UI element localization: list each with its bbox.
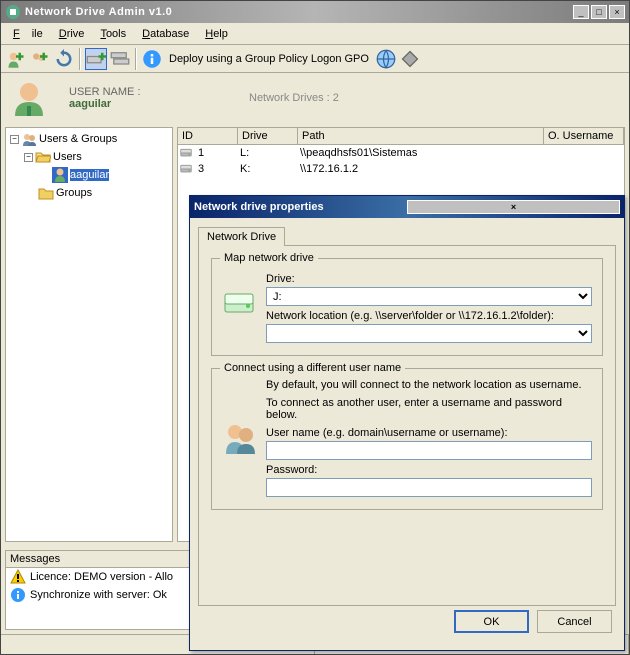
drive-label: Drive: (266, 273, 592, 285)
drives-button[interactable] (109, 48, 131, 70)
deploy-wizard-button[interactable] (399, 48, 421, 70)
tree-root[interactable]: − Users & Groups (8, 130, 170, 148)
maximize-button[interactable]: □ (591, 5, 607, 19)
username-value: aaguilar (69, 98, 249, 110)
add-drive-button[interactable] (85, 48, 107, 70)
cell-drive: K: (236, 162, 296, 176)
cell-id: 3 (194, 162, 236, 176)
toolbar-separator (79, 48, 81, 70)
map-drive-legend: Map network drive (220, 252, 318, 264)
location-select[interactable] (266, 324, 592, 343)
folder-open-icon (35, 149, 51, 165)
connect-as-legend: Connect using a different user name (220, 362, 405, 374)
connect-help-1: By default, you will connect to the netw… (266, 379, 592, 391)
tree-root-label: Users & Groups (39, 133, 117, 145)
username-label: User name (e.g. domain\username or usern… (266, 427, 592, 439)
col-ouser[interactable]: O. Username (544, 128, 624, 144)
menu-help[interactable]: Help (199, 26, 234, 42)
toolbar: Deploy using a Group Policy Logon GPO (1, 45, 629, 73)
tree-user-label: aaguilar (70, 169, 109, 181)
deploy-globe-button[interactable] (375, 48, 397, 70)
menu-tools[interactable]: Tools (94, 26, 132, 42)
message-text: Licence: DEMO version - Allo (30, 571, 173, 583)
dialog-titlebar: Network drive properties × (190, 196, 624, 218)
cell-path: \\peaqdhsfs01\Sistemas (296, 146, 624, 160)
deploy-label: Deploy using a Group Policy Logon GPO (169, 53, 369, 65)
dialog-title: Network drive properties (194, 201, 405, 213)
menu-drive[interactable]: Drive (53, 26, 91, 42)
toolbar-separator (135, 48, 137, 70)
col-drive[interactable]: Drive (238, 128, 298, 144)
minimize-button[interactable]: _ (573, 5, 589, 19)
username-label: USER NAME : (69, 86, 249, 98)
tree-users-label: Users (53, 151, 82, 163)
password-label: Password: (266, 464, 592, 476)
refresh-button[interactable] (53, 48, 75, 70)
tree-users[interactable]: − Users (8, 148, 170, 166)
tree-groups-label: Groups (56, 187, 92, 199)
warning-icon (10, 569, 26, 585)
tree-user-selected[interactable]: aaguilar (8, 166, 170, 184)
message-text: Synchronize with server: Ok (30, 589, 167, 601)
add-user-button[interactable] (5, 48, 27, 70)
map-drive-group: Map network drive Drive: J: Network loca… (211, 258, 603, 356)
avatar (9, 78, 49, 118)
cell-id: 1 (194, 146, 236, 160)
collapse-icon[interactable]: − (24, 153, 33, 162)
main-titlebar: Network Drive Admin v1.0 _ □ × (1, 1, 629, 23)
map-drive-icon (222, 269, 258, 343)
drive-icon (178, 146, 194, 160)
connect-as-group: Connect using a different user name By d… (211, 368, 603, 510)
tree-panel: − Users & Groups − Users aaguilar Groups (5, 127, 173, 542)
drives-count-value: 2 (333, 92, 339, 104)
table-row[interactable]: 1 L: \\peaqdhsfs01\Sistemas (178, 145, 624, 161)
grid-header: ID Drive Path O. Username (178, 128, 624, 145)
close-button[interactable]: × (609, 5, 625, 19)
col-id[interactable]: ID (178, 128, 238, 144)
menubar: File Drive Tools Database Help (1, 23, 629, 45)
info-icon (10, 587, 26, 603)
user-icon (52, 167, 68, 183)
dialog-close-button[interactable]: × (407, 200, 620, 214)
col-path[interactable]: Path (298, 128, 544, 144)
cancel-button[interactable]: Cancel (537, 610, 612, 633)
connect-help-2: To connect as another user, enter a user… (266, 397, 592, 421)
cell-path: \\172.16.1.2 (296, 162, 624, 176)
folder-icon (38, 185, 54, 201)
location-label: Network location (e.g. \\server\folder o… (266, 310, 592, 322)
drive-properties-dialog: Network drive properties × Network Drive… (189, 195, 625, 651)
tree-groups[interactable]: Groups (8, 184, 170, 202)
app-icon (5, 4, 21, 20)
menu-file[interactable]: File (7, 26, 49, 42)
password-input[interactable] (266, 478, 592, 497)
collapse-icon[interactable]: − (10, 135, 19, 144)
menu-database[interactable]: Database (136, 26, 195, 42)
tabstrip: Network Drive (198, 226, 616, 246)
username-input[interactable] (266, 441, 592, 460)
ok-button[interactable]: OK (454, 610, 529, 633)
cell-drive: L: (236, 146, 296, 160)
drive-icon (178, 162, 194, 176)
two-users-icon (222, 379, 258, 497)
users-groups-icon (21, 131, 37, 147)
user-header: USER NAME : aaguilar Network Drives : 2 (1, 73, 629, 123)
tab-network-drive[interactable]: Network Drive (198, 227, 285, 246)
drive-select[interactable]: J: (266, 287, 592, 306)
add-group-button[interactable] (29, 48, 51, 70)
table-row[interactable]: 3 K: \\172.16.1.2 (178, 161, 624, 177)
drives-count-label: Network Drives : (249, 92, 330, 104)
deploy-info-button[interactable] (141, 48, 163, 70)
window-title: Network Drive Admin v1.0 (25, 6, 571, 18)
tab-panel: Map network drive Drive: J: Network loca… (198, 246, 616, 606)
